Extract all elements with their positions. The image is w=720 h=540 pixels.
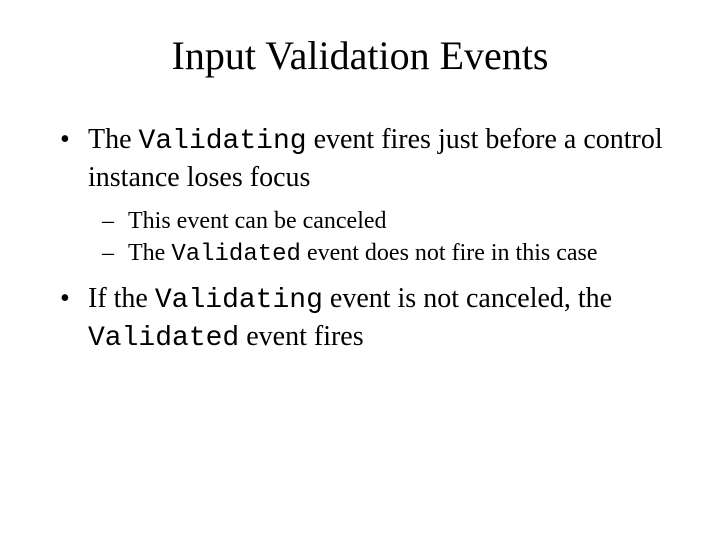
code-text: Validated bbox=[171, 241, 301, 268]
sub-bullet-item: This event can be canceled bbox=[88, 206, 670, 237]
bullet-text: event is not canceled, the bbox=[323, 283, 612, 314]
sub-bullet-text: This event can be canceled bbox=[128, 208, 387, 234]
code-text: Validating bbox=[139, 126, 307, 157]
sub-bullet-text: event does not fire in this case bbox=[301, 240, 598, 266]
slide-title: Input Validation Events bbox=[50, 32, 670, 80]
sub-bullet-list: This event can be canceled The Validated… bbox=[88, 206, 670, 271]
bullet-list: The Validating event fires just before a… bbox=[50, 122, 670, 357]
bullet-text: event fires bbox=[239, 321, 363, 352]
bullet-text: If the bbox=[88, 283, 155, 314]
code-text: Validated bbox=[88, 323, 239, 354]
bullet-text: The bbox=[88, 124, 139, 155]
sub-bullet-text: The bbox=[128, 240, 171, 266]
code-text: Validating bbox=[155, 285, 323, 316]
sub-bullet-item: The Validated event does not fire in thi… bbox=[88, 238, 670, 271]
slide: Input Validation Events The Validating e… bbox=[0, 0, 720, 540]
bullet-item: If the Validating event is not canceled,… bbox=[50, 281, 670, 357]
bullet-item: The Validating event fires just before a… bbox=[50, 122, 670, 271]
